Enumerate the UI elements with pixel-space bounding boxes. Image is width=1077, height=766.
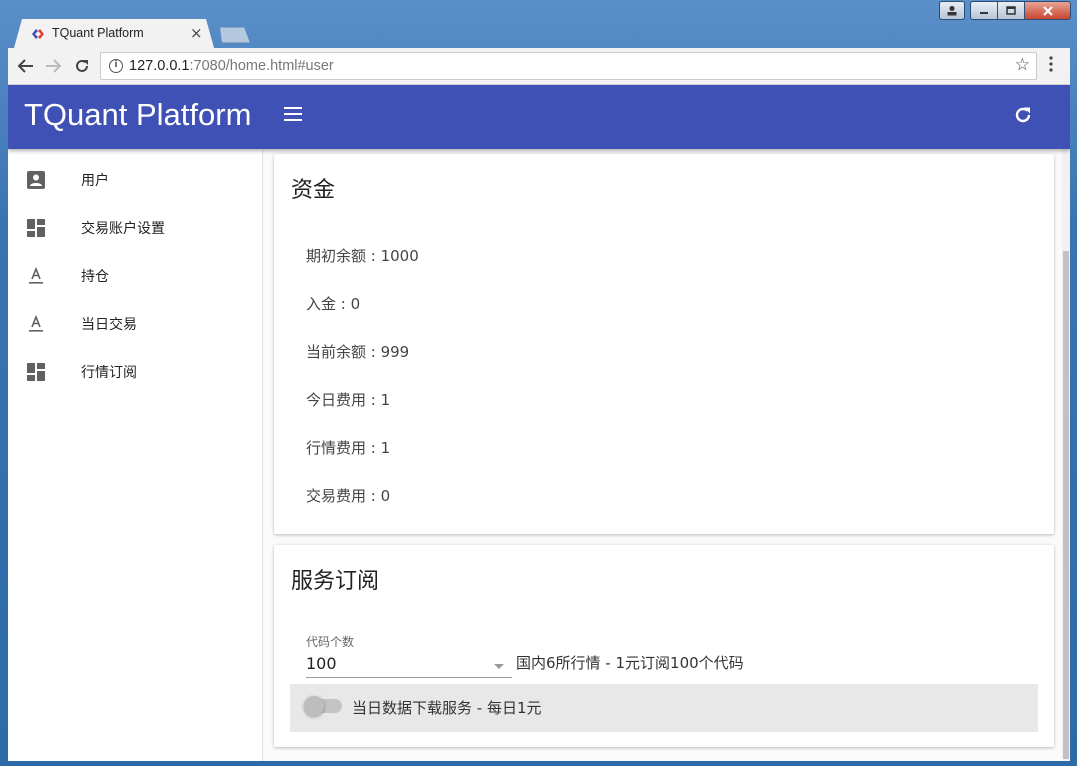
code-count-label: 代码个数 [306, 635, 355, 649]
tab-title: TQuant Platform [52, 26, 144, 40]
address-url[interactable]: 127.0.0.1:7080/home.html#user [129, 58, 334, 74]
tab-favicon-icon [32, 29, 44, 39]
text-format-icon [29, 315, 43, 332]
code-count-description: 国内6所行情 - 1元订阅100个代码 [516, 654, 744, 672]
subscription-card: 服务订阅 代码个数 100 国内6所行情 - 1元订阅100个代码 当日数据下载… [274, 545, 1054, 747]
sidebar-item-today-trades[interactable]: 当日交易 [8, 300, 263, 348]
bookmark-star-icon[interactable]: ☆ [1015, 55, 1030, 75]
funds-card: 资金 期初余额 : 1000 入金 : 0 当前余额 : 999 今日费用 : … [274, 154, 1054, 534]
dashboard-icon [27, 219, 45, 237]
daily-download-option: 当日数据下载服务 - 每日1元 [290, 684, 1038, 732]
app-bar: TQuant Platform [8, 85, 1070, 149]
sidebar-item-label: 交易账户设置 [81, 221, 165, 237]
refresh-icon[interactable] [1013, 105, 1033, 125]
code-count-value-field[interactable]: 100 [306, 654, 512, 678]
browser-toolbar: i 127.0.0.1:7080/home.html#user ☆ [8, 48, 1070, 85]
code-count-select[interactable]: 代码个数 100 [306, 633, 512, 678]
daily-download-toggle[interactable] [304, 696, 342, 716]
app-root: TQuant Platform 用户 交易账户设置 持仓 当日交易 行情订阅 资… [8, 85, 1070, 761]
text-format-icon [29, 267, 43, 284]
window-minimize-button[interactable] [970, 1, 998, 20]
app-title: TQuant Platform [24, 97, 252, 132]
funds-row-initial-balance: 期初余额 : 1000 [306, 247, 419, 265]
main-content: 资金 期初余额 : 1000 入金 : 0 当前余额 : 999 今日费用 : … [264, 149, 1070, 761]
menu-dots-icon[interactable] [1047, 56, 1055, 72]
funds-row-current-balance: 当前余额 : 999 [306, 343, 410, 361]
tab-close-icon[interactable]: × [190, 24, 203, 42]
daily-download-label: 当日数据下载服务 - 每日1元 [352, 699, 542, 717]
address-bar[interactable]: i 127.0.0.1:7080/home.html#user ☆ [100, 52, 1037, 80]
browser-tab[interactable]: TQuant Platform × [14, 19, 214, 48]
sidebar-item-market-subscription[interactable]: 行情订阅 [8, 348, 263, 396]
sidebar-item-label: 行情订阅 [81, 365, 137, 381]
dashboard-icon [27, 363, 45, 381]
window-close-button[interactable] [1024, 1, 1071, 20]
funds-row-deposit: 入金 : 0 [306, 295, 361, 313]
back-arrow-icon[interactable] [17, 58, 34, 74]
sidebar: 用户 交易账户设置 持仓 当日交易 行情订阅 [8, 149, 263, 761]
reload-icon[interactable] [74, 58, 90, 74]
funds-row-market-fees: 行情费用 : 1 [306, 439, 391, 457]
sidebar-item-label: 当日交易 [81, 317, 137, 333]
account-box-icon [27, 171, 45, 189]
sidebar-item-trade-account-settings[interactable]: 交易账户设置 [8, 204, 263, 252]
sidebar-item-positions[interactable]: 持仓 [8, 252, 263, 300]
funds-title: 资金 [291, 178, 336, 203]
window-maximize-button[interactable] [997, 1, 1025, 20]
funds-row-today-fees: 今日费用 : 1 [306, 391, 391, 409]
dropdown-arrow-icon[interactable] [494, 664, 504, 669]
info-icon[interactable]: i [109, 59, 123, 73]
scrollbar-thumb[interactable] [1063, 251, 1069, 759]
toggle-knob[interactable] [304, 696, 324, 716]
window-user-icon[interactable] [939, 1, 965, 20]
sidebar-item-label: 持仓 [81, 269, 109, 285]
forward-arrow-icon[interactable] [45, 58, 62, 74]
code-count-value: 100 [306, 654, 337, 673]
sidebar-item-user[interactable]: 用户 [8, 156, 263, 204]
new-tab-button[interactable] [220, 27, 250, 43]
browser-window: TQuant Platform × i 127.0.0.1:7080/home.… [0, 0, 1077, 766]
funds-row-trade-fees: 交易费用 : 0 [306, 487, 391, 505]
hamburger-menu-icon[interactable] [284, 107, 302, 125]
sidebar-item-label: 用户 [81, 173, 109, 189]
subscription-title: 服务订阅 [291, 569, 380, 594]
